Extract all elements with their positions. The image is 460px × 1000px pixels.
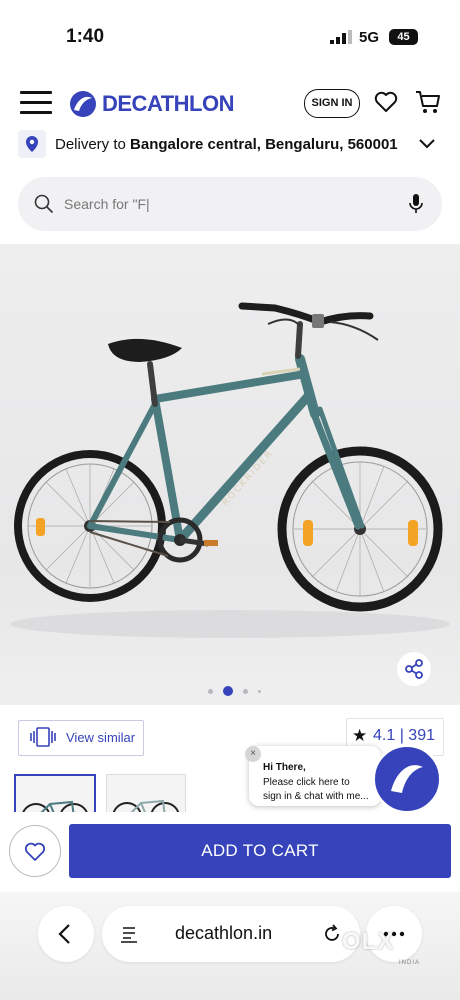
cart-icon[interactable] xyxy=(415,90,441,114)
carousel-dot[interactable] xyxy=(258,689,261,693)
chat-button[interactable] xyxy=(372,744,442,814)
back-button[interactable] xyxy=(38,906,94,962)
brand-logo[interactable]: DECATHLON xyxy=(68,90,234,118)
microphone-icon[interactable] xyxy=(408,193,424,215)
carousel-dot[interactable] xyxy=(208,688,213,694)
rating-value[interactable]: 4.1 | 391 xyxy=(373,727,435,745)
chevron-left-icon xyxy=(58,924,70,944)
chat-logo-icon xyxy=(391,765,423,793)
chevron-down-icon[interactable] xyxy=(418,138,436,150)
wishlist-button[interactable] xyxy=(9,825,61,877)
reload-icon[interactable] xyxy=(321,923,343,945)
carousel-dot[interactable] xyxy=(243,688,248,694)
chat-message-line: Please click here to xyxy=(263,777,350,788)
brand-name: DECATHLON xyxy=(102,91,234,116)
share-icon xyxy=(405,659,423,679)
status-time: 1:40 xyxy=(66,26,105,47)
battery-icon: 45 xyxy=(389,29,418,45)
chat-message-line: sign in & chat with me... xyxy=(263,791,369,802)
heart-icon xyxy=(24,842,46,861)
bicycle-illustration: ROCKRIDER xyxy=(10,302,450,638)
share-button[interactable] xyxy=(397,652,431,686)
location-icon[interactable] xyxy=(18,130,46,158)
delivery-prefix: Delivery to xyxy=(55,136,131,153)
watermark: OLX xyxy=(342,928,395,955)
delivery-location[interactable]: Delivery to Bangalore central, Bengaluru… xyxy=(55,136,398,153)
close-icon[interactable]: × xyxy=(245,746,261,762)
page-menu-icon[interactable] xyxy=(120,924,140,944)
chat-greeting: Hi There, xyxy=(263,762,306,773)
signal-icon xyxy=(330,30,352,44)
product-image[interactable]: ROCKRIDER xyxy=(0,244,460,705)
star-icon: ★ xyxy=(352,726,368,745)
sign-in-button[interactable]: SIGN IN xyxy=(304,89,360,118)
search-icon xyxy=(34,194,54,214)
search-input[interactable]: Search for "F| xyxy=(64,196,150,212)
network-type: 5G xyxy=(359,29,380,46)
url-text[interactable]: decathlon.in xyxy=(175,923,272,944)
wishlist-icon[interactable] xyxy=(374,91,398,113)
view-similar-icon xyxy=(30,727,56,747)
view-similar-label: View similar xyxy=(66,730,136,745)
carousel-indicator[interactable] xyxy=(208,686,261,696)
menu-icon[interactable] xyxy=(20,91,52,115)
logo-icon xyxy=(70,91,96,117)
watermark-sub: INDIA xyxy=(399,960,421,966)
carousel-dot-active[interactable] xyxy=(223,686,233,696)
add-to-cart-button[interactable]: ADD TO CART xyxy=(69,824,451,878)
delivery-address: Bangalore central, Bengaluru, 560001 xyxy=(130,136,398,153)
